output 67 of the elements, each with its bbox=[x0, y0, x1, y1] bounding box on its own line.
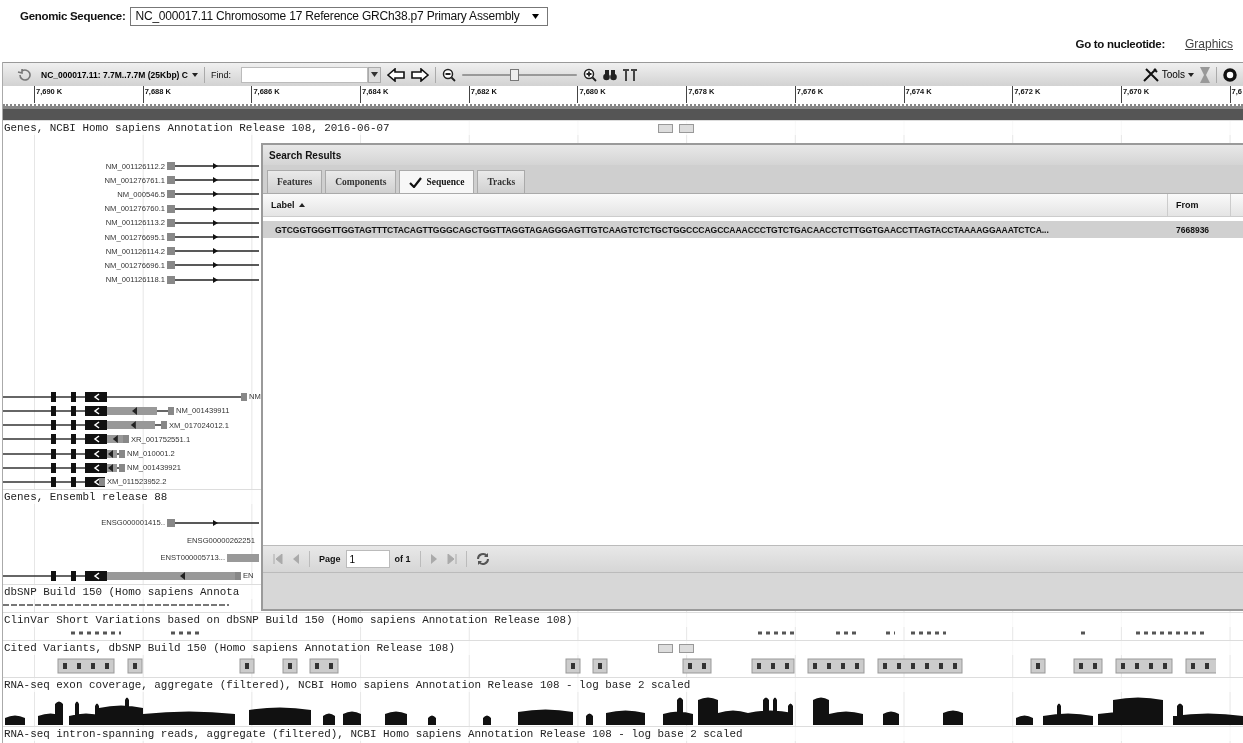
track-title: ClinVar Short Variations based on dbSNP Build 150 (Homo sapiens Annotation Release 108) bbox=[3, 613, 573, 628]
page-count: of 1 bbox=[394, 554, 411, 564]
transcript-drawing[interactable] bbox=[167, 274, 259, 285]
settings-icon[interactable] bbox=[1223, 67, 1237, 82]
binoculars-icon[interactable] bbox=[602, 68, 617, 81]
find-label: Find: bbox=[210, 69, 231, 80]
track-title: RNA-seq intron-spanning reads, aggregate (filtered), NCBI Homo sapiens Annotation Release 108 - log base 2 scaled bbox=[3, 727, 743, 742]
tab[interactable]: Tracks bbox=[477, 170, 526, 193]
region-dropdown[interactable]: NC_000017.11: 7.7M..7.7M (25Kbp) C bbox=[41, 69, 198, 80]
caret-icon bbox=[191, 72, 198, 77]
markers-icon[interactable] bbox=[622, 68, 637, 81]
tools-menu-button[interactable]: Tools bbox=[1142, 67, 1194, 82]
column-header[interactable]: From bbox=[1168, 194, 1231, 216]
sort-ascending-icon bbox=[298, 203, 305, 207]
tab[interactable]: Features bbox=[267, 170, 323, 193]
track-title: Cited Variants, dbSNP Build 150 (Homo sapiens Annotation Release 108) bbox=[3, 641, 455, 656]
tab[interactable]: Sequence bbox=[399, 170, 475, 193]
transcript-drawing[interactable] bbox=[167, 217, 259, 228]
sequence-cell-text: GTCGGTGGGTTGGTAGTTTCTACAGTTGGGCAGCTGGTTAGGTAGAGGGAGTTGTCAAGTCTCTGCTGGCCCAGCCAAACCCTGTCTGACAACCTCTTGGTGAACCTTAGTACCTAAAAGGAAATCTCA... bbox=[274, 224, 1050, 235]
track-controls-icon[interactable] bbox=[658, 644, 694, 654]
transcript-drawing[interactable] bbox=[3, 434, 129, 445]
goto-nucleotide-label: Go to nucleotide: bbox=[1075, 38, 1165, 50]
transcript-drawing[interactable] bbox=[167, 260, 259, 271]
track-title: RNA-seq exon coverage, aggregate (filtered), NCBI Homo sapiens Annotation Release 108 - log base 2 scaled bbox=[3, 678, 691, 693]
refresh-icon[interactable] bbox=[475, 552, 490, 566]
slider-thumb[interactable] bbox=[509, 68, 519, 81]
dropdown-icon bbox=[531, 13, 539, 19]
arrow-left-icon[interactable] bbox=[386, 67, 405, 82]
dialog-title: Search Results bbox=[263, 145, 1243, 165]
transcript-drawing[interactable] bbox=[167, 246, 259, 257]
transcript-drawing[interactable] bbox=[3, 420, 167, 431]
caret-icon bbox=[1188, 72, 1194, 77]
zoom-in-icon[interactable] bbox=[582, 67, 597, 82]
zoom-out-icon[interactable] bbox=[441, 67, 456, 82]
zoom-slider[interactable] bbox=[461, 68, 577, 81]
transcript-bar[interactable] bbox=[227, 553, 259, 563]
find-field[interactable] bbox=[240, 66, 368, 83]
tools-icon bbox=[1142, 67, 1159, 82]
transcript-drawing[interactable] bbox=[167, 189, 259, 200]
caret-icon bbox=[370, 72, 378, 77]
transcript-drawing[interactable] bbox=[3, 391, 247, 402]
transcript-drawing[interactable] bbox=[3, 570, 241, 581]
assembly-select[interactable]: NC_000017.11 Chromosome 17 Reference GRCh38.p7 Primary Assembly bbox=[130, 6, 548, 26]
check-icon bbox=[409, 176, 423, 188]
from-cell-text: 7668936 bbox=[1175, 224, 1210, 235]
track-title: Genes, Ensembl release 88 bbox=[3, 490, 168, 504]
transcript-drawing[interactable] bbox=[167, 161, 259, 172]
transcript-drawing[interactable] bbox=[3, 462, 125, 473]
result-row[interactable]: GTCGGTGGGTTGGTAGTTTCTACAGTTGGGCAGCTGGTTAGGTAGAGGGAGTTGTCAAGTCTCTGCTGGCCCAGCCAAACCCTGTCTGACAACCTCTTGGTGAACCTTAGTACCTAAAAGGAAATCTCA... 7668936 bbox=[263, 221, 1243, 238]
transcript-drawing[interactable] bbox=[167, 203, 259, 214]
arrow-right-icon[interactable] bbox=[410, 67, 429, 82]
track-controls-icon[interactable] bbox=[658, 124, 694, 133]
tab[interactable]: Components bbox=[325, 170, 397, 193]
column-header[interactable]: Label bbox=[263, 194, 1168, 216]
transcript-drawing[interactable] bbox=[167, 232, 259, 243]
transcript-drawing[interactable] bbox=[3, 476, 105, 487]
graphics-link[interactable]: Graphics bbox=[1184, 37, 1233, 51]
transcript-drawing[interactable] bbox=[167, 517, 259, 528]
transcript-drawing[interactable] bbox=[167, 175, 259, 186]
track-title: Genes, NCBI Homo sapiens Annotation Release 108, 2016-06-07 bbox=[3, 121, 390, 135]
transcript-drawing[interactable] bbox=[3, 405, 174, 416]
transcript-drawing[interactable] bbox=[3, 448, 125, 459]
track-title: dbSNP Build 150 (Homo sapiens Annota bbox=[3, 585, 240, 600]
assembly-label: Genomic Sequence: bbox=[20, 10, 126, 22]
page-number-field[interactable]: 1 bbox=[345, 550, 390, 568]
page-label: Page bbox=[319, 554, 341, 564]
back-icon[interactable] bbox=[17, 68, 31, 81]
